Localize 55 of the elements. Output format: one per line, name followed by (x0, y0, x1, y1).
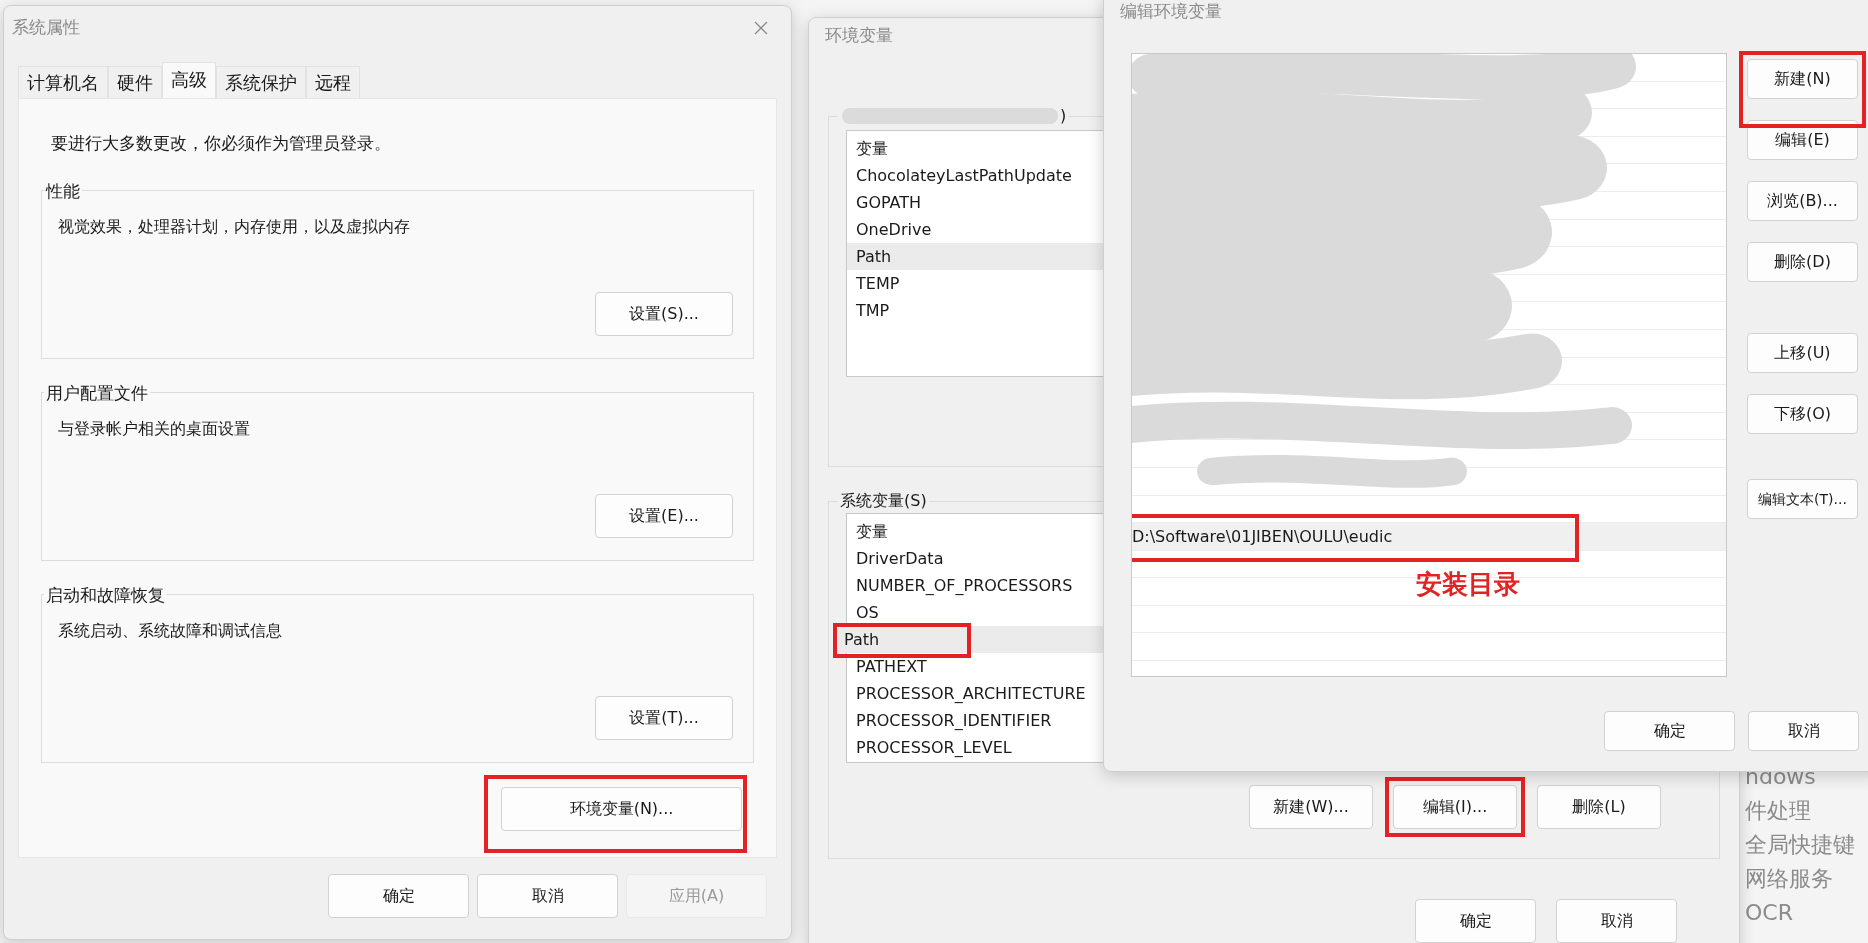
dialog-button[interactable]: 确定 (1415, 899, 1536, 943)
window-title: 系统属性 (12, 16, 80, 40)
list-row[interactable]: OS (847, 599, 1103, 626)
side-button[interactable]: 上移(U) (1747, 333, 1858, 373)
list-row[interactable]: Path (847, 243, 1103, 270)
group-description: 与登录帐户相关的桌面设置 (58, 417, 251, 440)
path-entry[interactable]: D:\Software\01JIBEN\OULU\eudic (1132, 523, 1726, 551)
list-row[interactable]: TMP (847, 297, 1103, 324)
tab[interactable]: 高级 (162, 62, 216, 98)
side-button[interactable]: 删除(D) (1747, 242, 1858, 282)
list-row[interactable]: GOPATH (847, 189, 1103, 216)
side-button[interactable]: 编辑(E) (1747, 120, 1858, 160)
tab[interactable]: 系统保护 (216, 66, 306, 98)
tab[interactable]: 计算机名 (18, 66, 108, 98)
side-button[interactable]: 下移(O) (1747, 394, 1858, 434)
group-description: 系统启动、系统故障和调试信息 (58, 619, 283, 642)
dialog-button[interactable]: 取消 (1748, 711, 1859, 751)
group-title: 用户配置文件 (45, 382, 149, 403)
notice-text: 要进行大多数更改，你必须作为管理员登录。 (51, 132, 392, 155)
close-icon[interactable] (753, 20, 769, 36)
list-row[interactable]: PROCESSOR_IDENTIFIER (847, 707, 1103, 734)
environment-variables-button[interactable]: 环境变量(N)... (501, 786, 742, 831)
window-title: 编辑环境变量 (1120, 1, 1222, 21)
settings-button[interactable]: 设置(T)... (595, 695, 733, 740)
group-title: 系统变量(S) (839, 490, 928, 512)
dialog-button[interactable]: 取消 (477, 874, 618, 918)
side-button[interactable]: 编辑文本(T)... (1747, 479, 1858, 519)
annotation-label: 安装目录 (1416, 568, 1520, 601)
list-row[interactable]: DriverData (847, 545, 1103, 572)
list-row[interactable]: PROCESSOR_ARCHITECTURE (847, 680, 1103, 707)
dialog-button[interactable]: 确定 (1604, 711, 1735, 751)
side-button[interactable]: 浏览(B)... (1747, 181, 1858, 221)
list-row[interactable]: PATHEXT (847, 653, 1103, 680)
group-title: ) (1060, 105, 1067, 127)
group-description: 视觉效果，处理器计划，内存使用，以及虚拟内存 (58, 215, 411, 238)
column-header: 变量 (855, 138, 889, 160)
list-action-button[interactable]: 删除(L) (1537, 785, 1661, 829)
list-row[interactable]: PROCESSOR_LEVEL (847, 734, 1103, 761)
list-row[interactable]: ChocolateyLastPathUpdate (847, 162, 1103, 189)
tab[interactable]: 硬件 (108, 66, 162, 98)
list-row[interactable]: TEMP (847, 270, 1103, 297)
window-title: 环境变量 (825, 24, 893, 48)
dialog-button[interactable]: 取消 (1556, 899, 1677, 943)
side-button[interactable]: 新建(N) (1747, 59, 1858, 99)
settings-button[interactable]: 设置(S)... (595, 291, 733, 336)
dialog-button[interactable]: 确定 (328, 874, 469, 918)
list-row[interactable]: OneDrive (847, 216, 1103, 243)
settings-button[interactable]: 设置(E)... (595, 493, 733, 538)
list-action-button[interactable]: 编辑(I)... (1393, 785, 1517, 829)
column-header: 变量 (855, 521, 889, 543)
tab[interactable]: 远程 (306, 66, 360, 98)
group-title: 性能 (44, 180, 81, 201)
list-action-button[interactable]: 新建(W)... (1249, 785, 1373, 829)
list-row[interactable]: NUMBER_OF_PROCESSORS (847, 572, 1103, 599)
group-title: 启动和故障恢复 (45, 584, 166, 605)
